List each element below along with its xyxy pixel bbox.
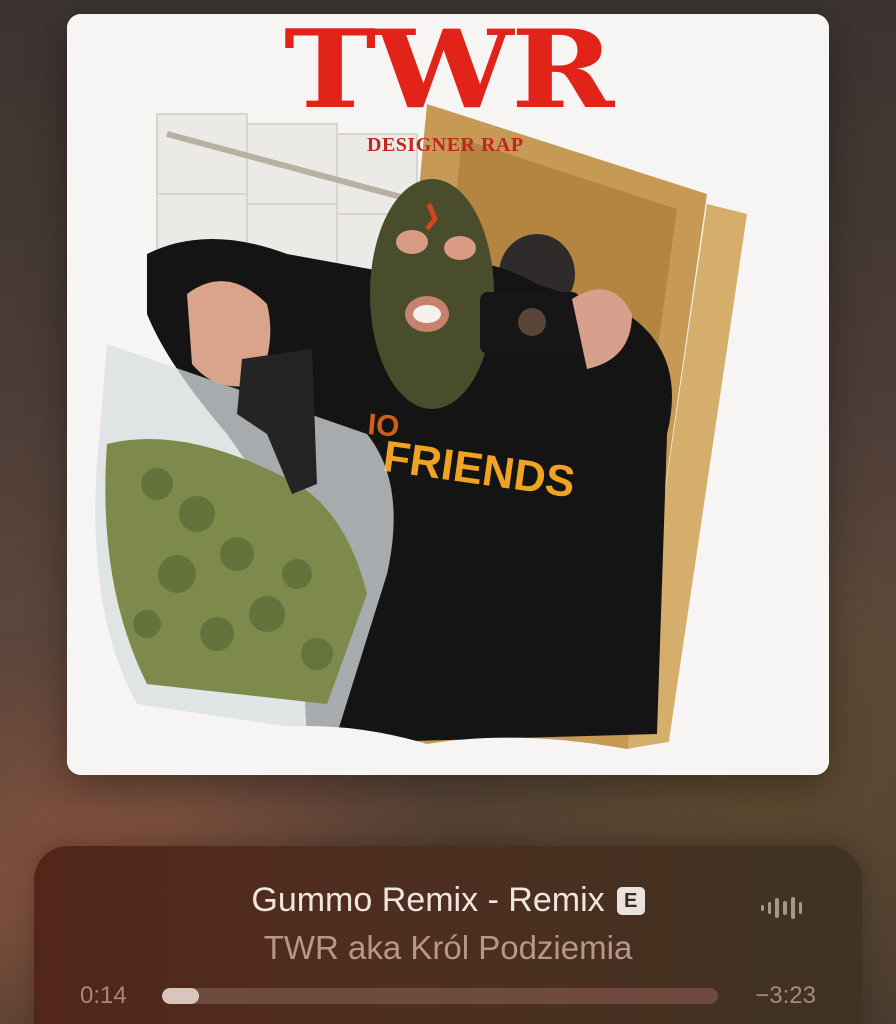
album-artwork[interactable]: FRIENDS IO TWR DESIGNER RAP [67,14,829,775]
artist-name[interactable]: TWR aka Król Podziemia [34,928,862,968]
svg-text:IO: IO [366,408,400,444]
album-art-subtitle: DESIGNER RAP [367,134,524,156]
song-title[interactable]: Gummo Remix - Remix [251,881,604,919]
playback-progress-fill [162,988,200,1004]
explicit-badge-icon: E [616,887,645,915]
playback-progress-slider[interactable] [162,988,718,1004]
elapsed-time: 0:14 [80,982,127,1009]
now-playing-panel: Gummo Remix - Remix E TWR aka Król Podzie… [34,846,862,1024]
song-title-row: Gummo Remix - Remix E [34,880,862,920]
album-art-title: TWR [283,14,615,133]
audio-waveform-icon[interactable] [760,894,808,922]
remaining-time: −3:23 [755,982,816,1009]
